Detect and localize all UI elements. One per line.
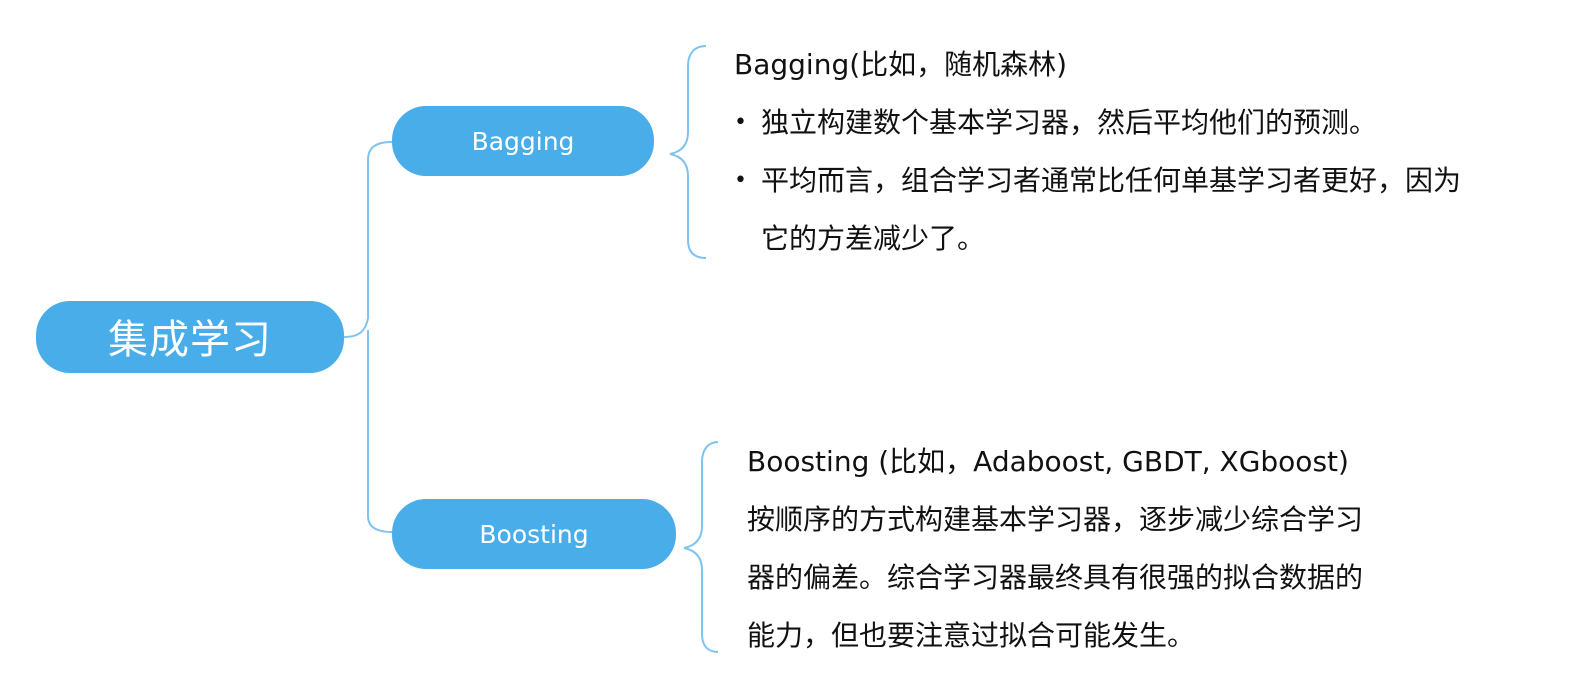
boosting-bracket	[683, 441, 719, 653]
bagging-node-label: Bagging	[471, 126, 575, 156]
root-branch-connector	[343, 141, 393, 533]
bullet-dot-icon: •	[734, 168, 747, 193]
bullet-dot-icon: •	[734, 110, 747, 135]
boosting-text-line: 能力，但也要注意过拟合可能发生。	[747, 619, 1196, 652]
bagging-description-title: Bagging(比如，随机森林)	[734, 48, 1068, 81]
boosting-node: Boosting	[392, 499, 676, 569]
bullet-line: 平均而言，组合学习者通常比任何单基学习者更好，因为	[761, 164, 1462, 197]
boosting-description-title: Boosting (比如，Adaboost, GBDT, XGboost)	[747, 445, 1349, 478]
root-node: 集成学习	[36, 301, 344, 373]
bullet-line: 它的方差减少了。	[761, 222, 986, 255]
boosting-text-line: 按顺序的方式构建基本学习器，逐步减少综合学习	[747, 503, 1364, 536]
bagging-description: Bagging(比如，随机森林) • 独立构建数个基本学习器，然后平均他们的预测…	[734, 36, 1564, 268]
bagging-bullet-item: • 平均而言，组合学习者通常比任何单基学习者更好，因为 它的方差减少了。	[734, 152, 1561, 268]
boosting-description-text: 按顺序的方式构建基本学习器，逐步减少综合学习 器的偏差。综合学习器最终具有很强的…	[747, 491, 1467, 665]
root-node-label: 集成学习	[108, 317, 272, 363]
bagging-bullet-item: • 独立构建数个基本学习器，然后平均他们的预测。	[734, 94, 1561, 152]
bagging-node: Bagging	[392, 106, 654, 176]
boosting-node-label: Boosting	[479, 519, 589, 549]
boosting-text-line: 器的偏差。综合学习器最终具有很强的拟合数据的	[747, 561, 1364, 594]
bagging-bullet-list: • 独立构建数个基本学习器，然后平均他们的预测。 • 平均而言，组合学习者通常比…	[734, 94, 1564, 268]
bagging-bracket	[669, 45, 707, 259]
bullet-line: 独立构建数个基本学习器，然后平均他们的预测。	[761, 106, 1378, 139]
boosting-description: Boosting (比如，Adaboost, GBDT, XGboost) 按顺…	[747, 433, 1467, 665]
